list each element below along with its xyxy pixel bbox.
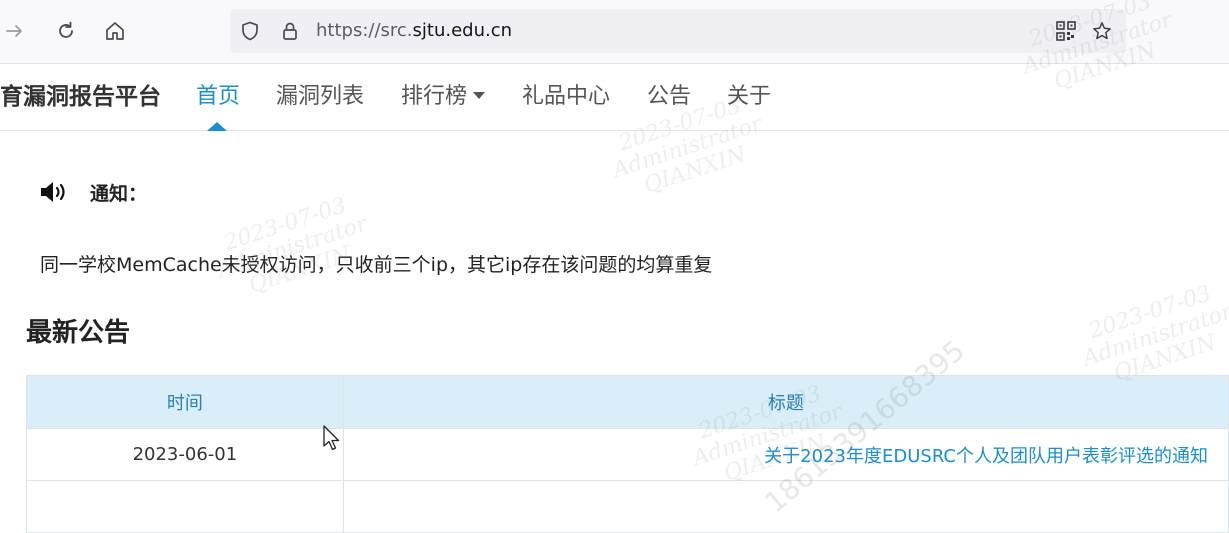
- nav-announcements[interactable]: 公告: [647, 80, 691, 114]
- nav-vuln-list[interactable]: 漏洞列表: [276, 80, 364, 114]
- nav-gift-center[interactable]: 礼品中心: [522, 80, 610, 114]
- row-title-partial: [343, 481, 1229, 533]
- nav-home[interactable]: 首页: [196, 80, 240, 114]
- nav-leaderboard-label: 排行榜: [401, 84, 468, 109]
- notice-text: 同一学校MemCache未授权访问，只收前三个ip，其它ip存在该问题的均算重复: [40, 254, 713, 276]
- browser-toolbar: https://src.sjtu.edu.cn: [0, 0, 1229, 64]
- watermark-user: Administrator: [1079, 299, 1229, 372]
- watermark: 2023-07-03 Administrator QIANXIN: [208, 190, 378, 307]
- speaker-icon: [41, 182, 65, 202]
- site-brand[interactable]: 育漏洞报告平台: [0, 80, 161, 114]
- column-header-title: 标题: [343, 376, 1229, 429]
- column-header-time: 时间: [27, 376, 344, 429]
- bookmark-star-icon[interactable]: [1092, 21, 1112, 41]
- home-icon[interactable]: [100, 16, 130, 46]
- address-bar[interactable]: https://src.sjtu.edu.cn: [230, 9, 1126, 53]
- mouse-cursor-icon: [323, 425, 340, 451]
- lock-icon[interactable]: [280, 21, 300, 41]
- nav-leaderboard[interactable]: 排行榜: [401, 80, 486, 114]
- url-text[interactable]: https://src.sjtu.edu.cn: [316, 20, 512, 42]
- table-row-partial: [27, 481, 1229, 533]
- table-row: 2023-06-01 关于2023年度EDUSRC个人及团队用户表彰评选的通知: [27, 429, 1229, 481]
- forward-arrow-icon[interactable]: [0, 16, 30, 46]
- row-date: 2023-06-01: [27, 429, 344, 481]
- tracking-protection-shield-icon[interactable]: [240, 21, 260, 41]
- announcements-table: 时间 标题 2023-06-01 关于2023年度EDUSRC个人及团队用户表彰…: [26, 375, 1229, 533]
- qr-code-icon[interactable]: [1056, 21, 1076, 41]
- watermark-date: 2023-07-03: [220, 193, 350, 257]
- site-nav: 育漏洞报告平台 首页 漏洞列表 排行榜 礼品中心 公告 关于: [0, 64, 1229, 131]
- section-title: 最新公告: [26, 318, 131, 348]
- row-title-link[interactable]: 关于2023年度EDUSRC个人及团队用户表彰评选的通知: [343, 429, 1229, 481]
- notice-title: 通知：: [90, 182, 148, 205]
- reload-icon[interactable]: [51, 16, 81, 46]
- active-tab-marker: [207, 122, 227, 131]
- nav-about[interactable]: 关于: [727, 80, 771, 114]
- caret-down-icon: [473, 91, 486, 99]
- url-prefix: https://src.: [316, 20, 413, 41]
- watermark-date: 2023-07-03: [1085, 281, 1215, 345]
- row-date-partial: [27, 481, 344, 533]
- notice-header: 通知：: [40, 178, 147, 206]
- table-header: 时间 标题: [27, 376, 1229, 429]
- watermark-org: QIANXIN: [640, 142, 749, 199]
- url-host: sjtu.edu.cn: [412, 20, 513, 41]
